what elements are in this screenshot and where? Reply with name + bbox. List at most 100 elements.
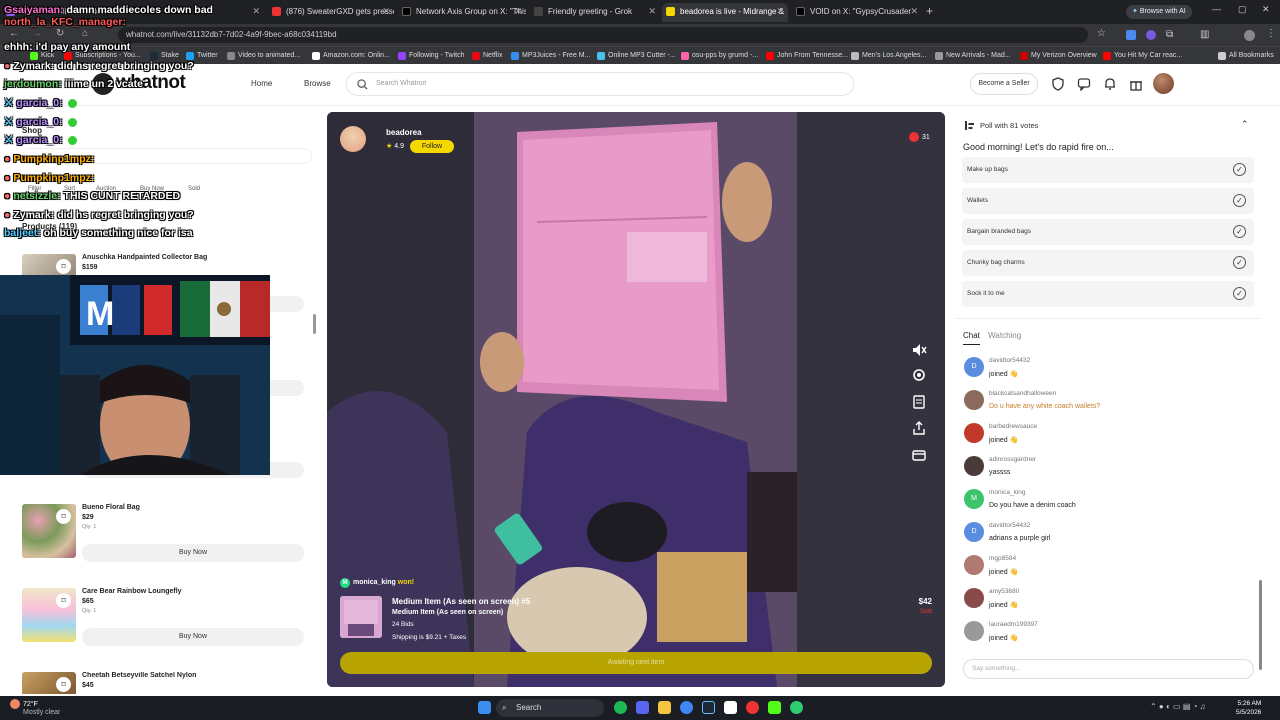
settings-icon[interactable] (911, 367, 927, 383)
poll-option[interactable]: Bargain branded bags ✓ (962, 219, 1254, 245)
item-thumbnail[interactable] (340, 596, 382, 638)
sidebar-icon[interactable]: ▥ (1200, 29, 1209, 40)
tab-3[interactable]: Friendly greeting - Grok ✕ (530, 3, 660, 22)
taskbar-search[interactable]: ⌕ Search (496, 699, 604, 717)
follow-button[interactable]: Follow (410, 140, 454, 153)
product-card[interactable]: ⌑ Care Bear Rainbow Loungefly $65 Qty. 1… (22, 588, 312, 648)
close-icon[interactable]: ✕ (514, 3, 522, 20)
chevron-up-icon[interactable]: ⌃ (1241, 119, 1249, 130)
close-icon[interactable]: ✕ (382, 3, 390, 20)
poll-option[interactable]: Chunky bag charms ✓ (962, 250, 1254, 276)
chat-avatar[interactable] (964, 423, 984, 443)
scrollbar[interactable] (313, 314, 316, 334)
product-card[interactable]: ⌑ Bueno Floral Bag $29 Qty. 1 Buy Now (22, 504, 312, 564)
buy-now-button[interactable]: Buy Now (82, 544, 304, 562)
chat-avatar[interactable]: M (964, 489, 984, 509)
search-bar[interactable]: Search Whatnot (346, 72, 854, 96)
bookmark-john[interactable]: John From Tennesse... (766, 50, 848, 62)
minimize-icon[interactable]: — (1212, 4, 1221, 14)
live-video-player[interactable]: beadorea ★ 4.9 Follow 31 Mmonica_king wo… (327, 112, 945, 687)
chat-input[interactable]: Say something... (963, 659, 1254, 679)
chat-avatar[interactable]: D (964, 357, 984, 377)
bookmark-icon[interactable]: ⌑ (56, 593, 71, 608)
maximize-icon[interactable]: ▢ (1238, 4, 1247, 15)
chat-username[interactable]: adinrossgardner (989, 456, 1036, 463)
tab-5[interactable]: VOID on X: "GypsyCrusader ✕ (792, 3, 922, 22)
menu-icon[interactable]: ⋮ (1266, 28, 1276, 39)
bookmark-video[interactable]: Video to animated... (227, 50, 300, 62)
clock[interactable]: 5:26 AM 5/5/2026 (1236, 699, 1261, 717)
sold-chip[interactable]: Sold (188, 186, 200, 192)
share-icon[interactable] (911, 420, 927, 436)
url-field[interactable]: whatnot.com/live/31132db7-7d02-4a9f-9bec… (118, 27, 1088, 43)
notes-icon[interactable] (911, 394, 927, 410)
new-tab-icon[interactable]: + (926, 4, 933, 18)
puzzle-icon[interactable]: ⧉ (1166, 29, 1173, 40)
chat-avatar[interactable] (964, 390, 984, 410)
chat-avatar[interactable] (964, 456, 984, 476)
poll-option[interactable]: Sock it to me ✓ (962, 281, 1254, 307)
chat-username[interactable]: mgp8584 (989, 555, 1016, 562)
nav-browse[interactable]: Browse (304, 79, 331, 88)
bookmark-arrivals[interactable]: New Arrivals - Mad... (935, 50, 1011, 62)
star-icon[interactable]: ☆ (1097, 28, 1106, 39)
bookmark-mp3juices[interactable]: MP3Juices - Free M... (511, 50, 590, 62)
bookmark-mens[interactable]: Men's Los Angeles... (851, 50, 926, 62)
tab-chat[interactable]: Chat (963, 331, 980, 345)
tab-watching[interactable]: Watching (988, 331, 1021, 340)
nav-home[interactable]: Home (251, 79, 272, 88)
forward-icon[interactable]: → (32, 28, 42, 39)
chat-username[interactable]: davidtor54432 (989, 522, 1030, 529)
tab-1[interactable]: (876) SweaterGXD gets pressed ✕ (268, 3, 394, 22)
shield-icon[interactable] (1051, 77, 1065, 91)
profile-icon[interactable] (1244, 30, 1255, 41)
chat-username[interactable]: blackcatsandhalloween (989, 390, 1056, 397)
become-seller-button[interactable]: Become a Seller (970, 73, 1038, 95)
home-icon[interactable]: ⌂ (82, 28, 88, 39)
bookmark-amazon[interactable]: Amazon.com: Onlin... (312, 50, 390, 62)
poll-option[interactable]: Wallets ✓ (962, 188, 1254, 214)
tray-icons[interactable]: ⌃ ● ◐ ▭ ▤ ◔ ♫ (1150, 702, 1206, 711)
bookmark-icon[interactable]: ⌑ (56, 509, 71, 524)
scrollbar[interactable] (1259, 580, 1262, 670)
chat-avatar[interactable] (964, 588, 984, 608)
mute-icon[interactable] (911, 342, 927, 358)
chat-avatar[interactable]: D (964, 522, 984, 542)
close-icon[interactable]: ✕ (910, 3, 918, 20)
bell-icon[interactable] (1103, 77, 1117, 91)
chat-username[interactable]: monica_king (989, 489, 1026, 496)
spotify-icon[interactable] (614, 701, 627, 714)
poll-option[interactable]: Make up bags ✓ (962, 157, 1254, 183)
bookmark-icon[interactable]: ⌑ (56, 259, 71, 274)
window-close-icon[interactable]: ✕ (1262, 4, 1270, 15)
avatar[interactable] (1153, 73, 1174, 94)
chat-avatar[interactable] (964, 555, 984, 575)
awaiting-next-item-button[interactable]: Awaiting next item (340, 652, 932, 674)
reload-icon[interactable]: ↻ (56, 28, 64, 39)
bookmark-netflix[interactable]: Netflix (472, 50, 502, 62)
bookmark-osu[interactable]: osu-pps by grumd -... (681, 50, 758, 62)
windows-start-icon[interactable] (478, 701, 491, 714)
app-icon[interactable] (790, 701, 803, 714)
chat-username[interactable]: amy53680 (989, 588, 1019, 595)
notepad-icon[interactable] (724, 701, 737, 714)
buy-now-button[interactable]: Buy Now (82, 628, 304, 646)
discord-icon[interactable] (636, 701, 649, 714)
host-avatar[interactable] (340, 126, 366, 152)
chat-username[interactable]: barbedrewsauce (989, 423, 1037, 430)
gift-icon[interactable] (1129, 77, 1143, 91)
wallet-icon[interactable] (911, 447, 927, 463)
chat-avatar[interactable] (964, 621, 984, 641)
bookmark-all[interactable]: All Bookmarks (1218, 50, 1274, 62)
close-icon[interactable]: ✕ (252, 3, 260, 20)
bookmark-car[interactable]: You Hit My Car reac... (1103, 50, 1182, 62)
extension-icon[interactable] (1126, 30, 1136, 40)
extension-icon[interactable] (1146, 30, 1156, 40)
weather-widget[interactable]: 72°F Mostly clear (10, 699, 60, 717)
tab-4[interactable]: beadorea is live - Midrange & ✕ (662, 3, 788, 22)
bookmark-mp3cutter[interactable]: Online MP3 Cutter -... (597, 50, 676, 62)
chat-username[interactable]: lauraedm199397 (989, 621, 1038, 628)
product-card[interactable]: ⌑ Cheetah Betseyville Satchel Nylon $45 (22, 672, 312, 694)
bookmark-icon[interactable]: ⌑ (56, 677, 71, 692)
bookmark-twitch[interactable]: Following - Twitch (398, 50, 465, 62)
